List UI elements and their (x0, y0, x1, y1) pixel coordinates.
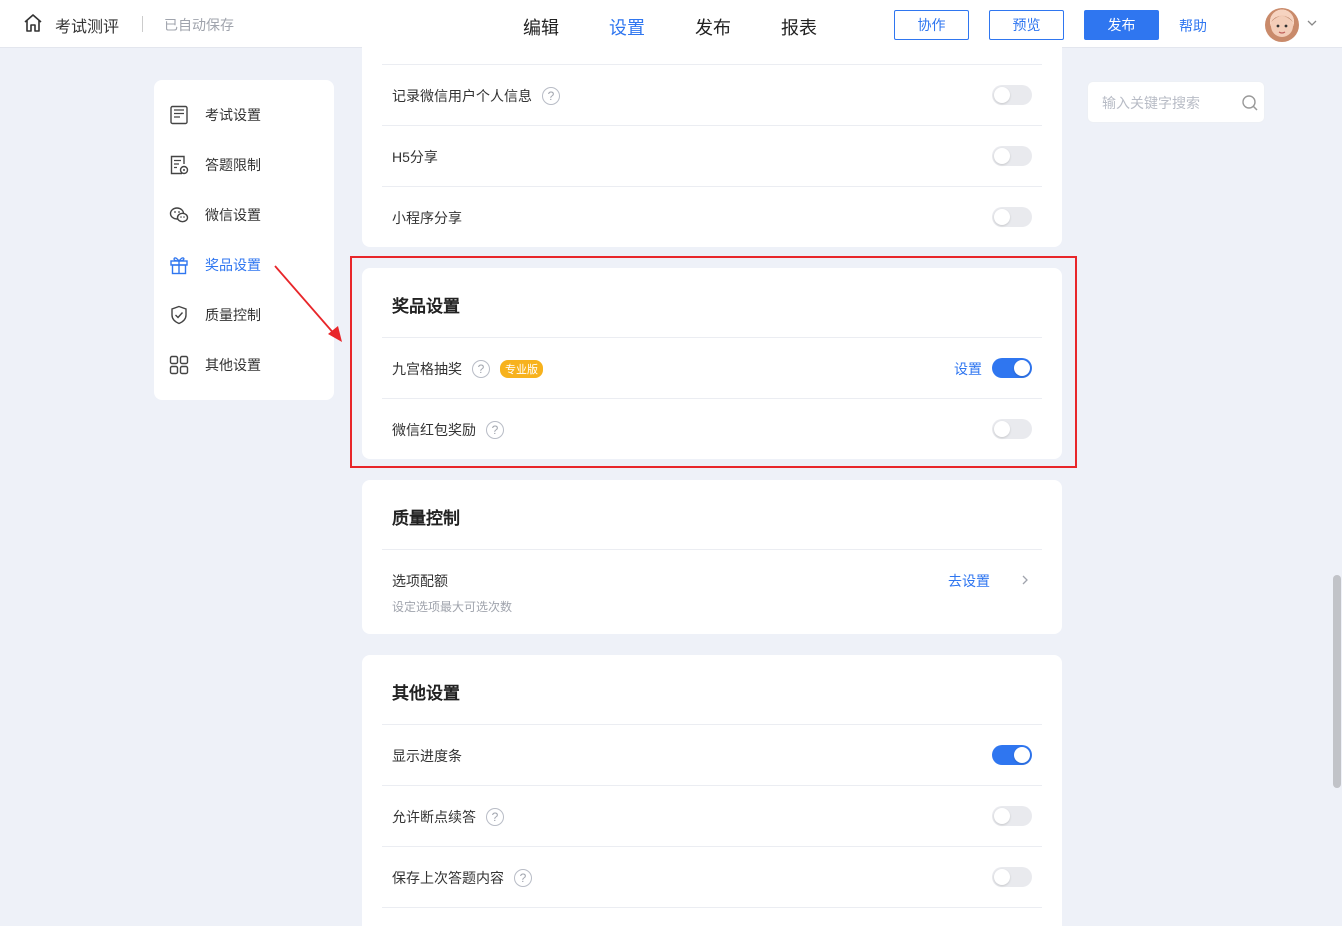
chevron-right-icon[interactable] (1020, 574, 1030, 586)
sidebar-item-answer-limit[interactable]: 答题限制 (168, 150, 318, 180)
settings-sidebar: 考试设置 答题限制 微信设置 奖品设置 质量控制 其他设置 (154, 80, 334, 400)
miniprogram-share-toggle[interactable] (992, 207, 1032, 227)
quality-control-card: 质量控制 选项配额 设定选项最大可选次数 去设置 (362, 480, 1062, 634)
scrollbar-thumb[interactable] (1333, 575, 1341, 788)
home-icon[interactable] (22, 12, 44, 34)
section-title: 其他设置 (392, 684, 460, 703)
wechat-icon (168, 204, 190, 226)
setting-label: 微信红包奖励 (392, 422, 476, 438)
sidebar-item-label: 考试设置 (205, 107, 261, 123)
setting-label: 九宫格抽奖 (392, 361, 462, 377)
search-box (1087, 81, 1265, 123)
collab-button[interactable]: 协作 (894, 10, 969, 40)
setting-description: 设定选项最大可选次数 (392, 600, 513, 614)
help-icon[interactable]: ? (486, 421, 504, 439)
prize-settings-card: 奖品设置 九宫格抽奖 ? 专业版 设置 微信红包奖励 ? (362, 268, 1062, 459)
sidebar-item-quality-control[interactable]: 质量控制 (168, 300, 318, 330)
tab-settings[interactable]: 设置 (609, 14, 645, 40)
sidebar-item-exam-settings[interactable]: 考试设置 (168, 100, 318, 130)
setting-row: 保存上次答题内容 ? (382, 846, 1042, 907)
tab-report[interactable]: 报表 (781, 14, 817, 40)
limit-icon (168, 154, 190, 176)
help-icon[interactable]: ? (486, 808, 504, 826)
setting-row: 记录微信用户个人信息 ? (382, 64, 1042, 125)
shield-icon (168, 304, 190, 326)
autosave-status: 已自动保存 (164, 17, 234, 33)
exam-icon (168, 104, 190, 126)
setting-row: 小程序分享 (382, 186, 1042, 247)
red-packet-toggle[interactable] (992, 419, 1032, 439)
setting-label: 记录微信用户个人信息 (392, 88, 532, 104)
resume-answer-toggle[interactable] (992, 806, 1032, 826)
sidebar-item-wechat-settings[interactable]: 微信设置 (168, 200, 318, 230)
avatar[interactable] (1265, 8, 1299, 42)
pro-badge: 专业版 (500, 360, 543, 378)
section-title: 质量控制 (392, 509, 460, 528)
wechat-settings-card: 记录微信用户个人信息 ? H5分享 小程序分享 (362, 40, 1062, 247)
sidebar-item-label: 答题限制 (205, 157, 261, 173)
progress-bar-toggle[interactable] (992, 745, 1032, 765)
sidebar-item-label: 质量控制 (205, 307, 261, 323)
section-title: 奖品设置 (392, 297, 460, 316)
h5-share-toggle[interactable] (992, 146, 1032, 166)
title-divider (142, 16, 143, 32)
setting-label: 允许断点续答 (392, 809, 476, 825)
setting-label: 小程序分享 (392, 210, 462, 226)
setting-row: 九宫格抽奖 ? 专业版 设置 (382, 337, 1042, 398)
setting-row: 显示进度条 (382, 724, 1042, 785)
save-last-answer-toggle[interactable] (992, 867, 1032, 887)
help-link[interactable]: 帮助 (1179, 16, 1207, 36)
setting-label: 保存上次答题内容 (392, 870, 504, 886)
publish-button[interactable]: 发布 (1084, 10, 1159, 40)
tab-edit[interactable]: 编辑 (523, 14, 559, 40)
setting-row: H5分享 (382, 125, 1042, 186)
sidebar-item-other-settings[interactable]: 其他设置 (168, 350, 318, 380)
option-quota-link[interactable]: 去设置 (948, 571, 990, 591)
grid-icon (168, 354, 190, 376)
app-title: 考试测评 (55, 19, 120, 36)
help-icon[interactable]: ? (514, 869, 532, 887)
setting-row: 允许断点续答 ? (382, 785, 1042, 846)
setting-label: 显示进度条 (392, 748, 462, 764)
scrollbar-track (1330, 48, 1342, 926)
lottery-settings-link[interactable]: 设置 (954, 359, 982, 379)
setting-row: 微信红包奖励 ? (382, 398, 1042, 459)
gift-icon (168, 254, 190, 276)
sidebar-item-label: 其他设置 (205, 357, 261, 373)
setting-row (382, 907, 1042, 926)
tab-publish[interactable]: 发布 (695, 14, 731, 40)
help-icon[interactable]: ? (542, 87, 560, 105)
setting-label: 选项配额 (392, 573, 448, 589)
search-icon[interactable] (1241, 94, 1259, 112)
lottery-toggle[interactable] (992, 358, 1032, 378)
preview-button[interactable]: 预览 (989, 10, 1064, 40)
sidebar-item-label: 微信设置 (205, 207, 261, 223)
sidebar-item-prize-settings[interactable]: 奖品设置 (168, 250, 318, 280)
search-input[interactable] (1102, 93, 1232, 113)
setting-label: H5分享 (392, 149, 438, 165)
chevron-down-icon[interactable] (1306, 17, 1318, 29)
setting-row: 选项配额 设定选项最大可选次数 去设置 (382, 549, 1042, 634)
other-settings-card: 其他设置 显示进度条 允许断点续答 ? 保存上次答题内容 ? (362, 655, 1062, 926)
record-wechat-info-toggle[interactable] (992, 85, 1032, 105)
sidebar-item-label: 奖品设置 (205, 257, 261, 273)
help-icon[interactable]: ? (472, 360, 490, 378)
